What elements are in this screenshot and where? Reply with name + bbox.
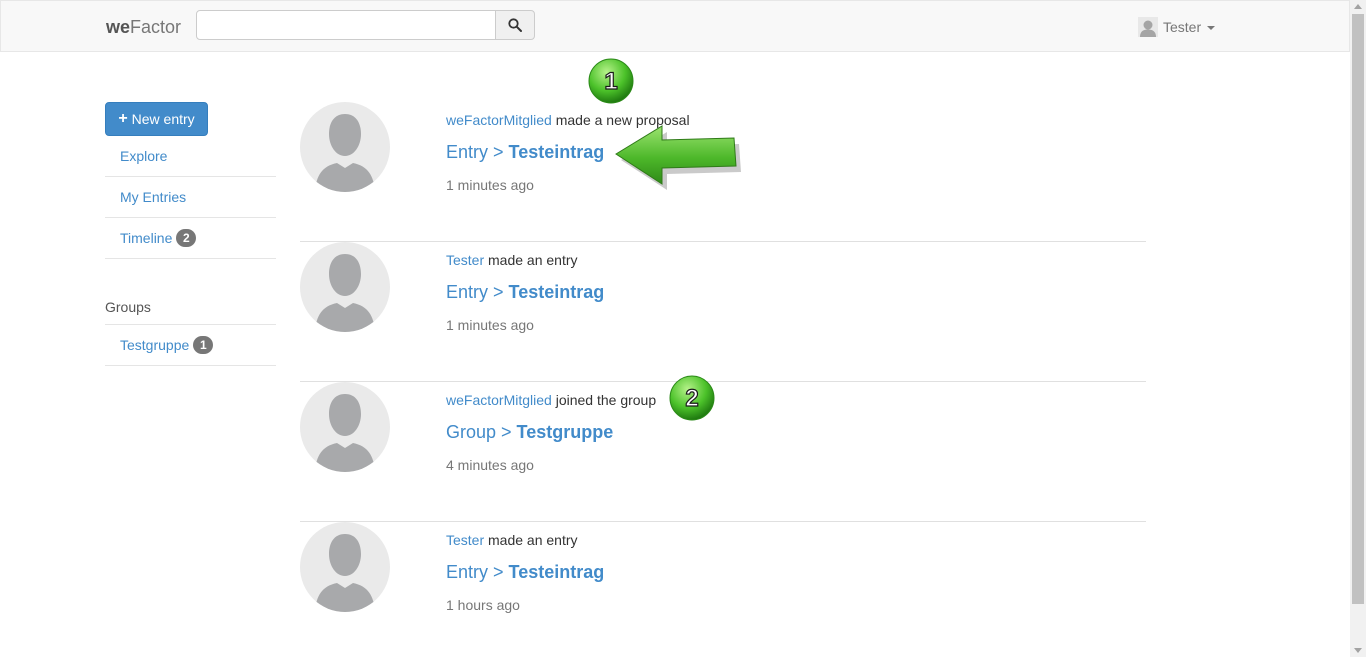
annotation-marker-2: 2 — [669, 375, 715, 421]
sidebar-item-explore[interactable]: Explore — [105, 136, 276, 177]
feed-activity-text: weFactorMitglied joined the group — [446, 392, 657, 408]
groups-heading: Groups — [105, 299, 151, 315]
timeline-count-badge: 2 — [176, 229, 197, 247]
user-avatar — [300, 382, 390, 472]
new-entry-button[interactable]: + New entry — [105, 102, 208, 136]
svg-text:2: 2 — [685, 385, 698, 412]
scroll-down-arrow-icon[interactable] — [1354, 648, 1362, 653]
feed-target-link[interactable]: Entry > Testeintrag — [446, 142, 604, 163]
actor-link[interactable]: Tester — [446, 252, 484, 268]
annotation-marker-1: 1 — [588, 58, 634, 104]
actor-link[interactable]: weFactorMitglied — [446, 392, 552, 408]
brand-logo[interactable]: weFactor — [106, 17, 181, 38]
scroll-thumb[interactable] — [1352, 14, 1364, 604]
scroll-up-arrow-icon[interactable] — [1354, 4, 1362, 9]
feed-activity-text: Tester made an entry — [446, 252, 578, 268]
user-name: Tester — [1163, 19, 1202, 35]
feed-timestamp: 1 minutes ago — [446, 317, 534, 333]
feed-item: Tester made an entry Entry > Testeintrag… — [300, 522, 1146, 657]
user-avatar — [300, 242, 390, 332]
feed-target-link[interactable]: Group > Testgruppe — [446, 422, 613, 443]
svg-text:1: 1 — [604, 68, 617, 95]
actor-link[interactable]: weFactorMitglied — [446, 112, 552, 128]
groups-list: Testgruppe 1 — [105, 325, 276, 366]
feed-timestamp: 1 minutes ago — [446, 177, 534, 193]
plus-icon: + — [118, 110, 128, 127]
caret-down-icon — [1207, 26, 1216, 30]
feed-timestamp: 4 minutes ago — [446, 457, 534, 473]
sidebar-item-timeline[interactable]: Timeline 2 — [105, 218, 276, 259]
search-input[interactable] — [196, 10, 496, 40]
user-avatar — [300, 522, 390, 612]
vertical-scrollbar[interactable] — [1350, 0, 1366, 657]
feed-target-link[interactable]: Entry > Testeintrag — [446, 282, 604, 303]
annotation-arrow-icon — [615, 125, 741, 190]
group-count-badge: 1 — [193, 336, 214, 354]
search-button[interactable] — [495, 10, 535, 40]
user-menu[interactable]: Tester — [1138, 17, 1216, 37]
actor-link[interactable]: Tester — [446, 532, 484, 548]
feed-timestamp: 1 hours ago — [446, 597, 520, 613]
feed-item: Tester made an entry Entry > Testeintrag… — [300, 242, 1146, 382]
feed-activity-text: Tester made an entry — [446, 532, 578, 548]
sidebar-nav: Explore My Entries Timeline 2 — [105, 136, 276, 259]
sidebar-item-testgruppe[interactable]: Testgruppe 1 — [105, 325, 276, 366]
feed-item: weFactorMitglied joined the group Group … — [300, 382, 1146, 522]
sidebar-item-my-entries[interactable]: My Entries — [105, 177, 276, 218]
search-icon — [508, 18, 522, 32]
top-navbar: weFactor Tester — [0, 0, 1350, 52]
user-avatar — [300, 102, 390, 192]
user-avatar-icon — [1138, 17, 1158, 37]
feed-target-link[interactable]: Entry > Testeintrag — [446, 562, 604, 583]
